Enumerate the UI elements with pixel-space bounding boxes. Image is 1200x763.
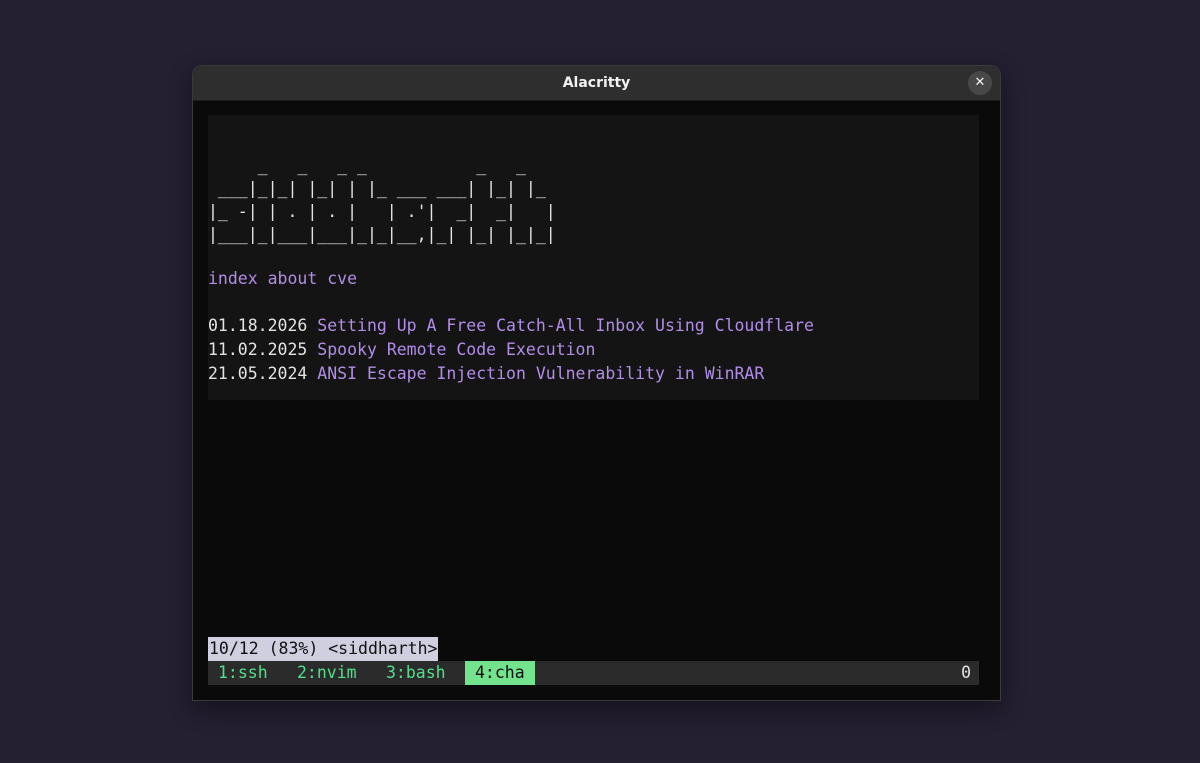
terminal-content[interactable]: _ _ _ _ _ _ ___|_|_| |_| | |_ ___ ___| |… <box>193 101 1000 700</box>
title-bar[interactable]: Alacritty ✕ <box>193 66 1000 101</box>
tmux-window-nvim[interactable]: 2:nvim <box>297 661 357 685</box>
terminal-window: Alacritty ✕ _ _ _ _ _ _ ___|_|_| |_| | |… <box>193 66 1000 700</box>
post-row: 11.02.2025 Spooky Remote Code Execution <box>208 338 595 362</box>
post-date: 11.02.2025 <box>208 340 308 359</box>
window-title: Alacritty <box>562 75 631 91</box>
ascii-art-logo: _ _ _ _ _ _ ___|_|_| |_| | |_ ___ ___| |… <box>208 156 556 244</box>
tmux-status-bar: 1:ssh 2:nvim 3:bash 4:cha 0 <box>208 661 979 685</box>
post-link[interactable]: Spooky Remote Code Execution <box>317 340 595 359</box>
tmux-window-ssh[interactable]: 1:ssh <box>218 661 268 685</box>
close-icon[interactable]: ✕ <box>968 71 992 95</box>
nav-link-about[interactable]: about <box>268 269 318 288</box>
pager-status-line: 10/12 (83%) <siddharth> <box>208 637 439 661</box>
tmux-window-cha-active[interactable]: 4:cha <box>465 661 535 685</box>
nav-link-index[interactable]: index <box>208 269 258 288</box>
post-date: 01.18.2026 <box>208 316 308 335</box>
site-nav: index about cve <box>208 267 357 291</box>
post-date: 21.05.2024 <box>208 364 308 383</box>
post-row: 21.05.2024 ANSI Escape Injection Vulnera… <box>208 362 764 386</box>
tmux-window-bash[interactable]: 3:bash <box>386 661 446 685</box>
nav-link-cve[interactable]: cve <box>327 269 357 288</box>
post-link[interactable]: Setting Up A Free Catch-All Inbox Using … <box>317 316 814 335</box>
post-row: 01.18.2026 Setting Up A Free Catch-All I… <box>208 314 814 338</box>
tmux-status-right: 0 <box>961 663 971 682</box>
post-link[interactable]: ANSI Escape Injection Vulnerability in W… <box>317 364 764 383</box>
